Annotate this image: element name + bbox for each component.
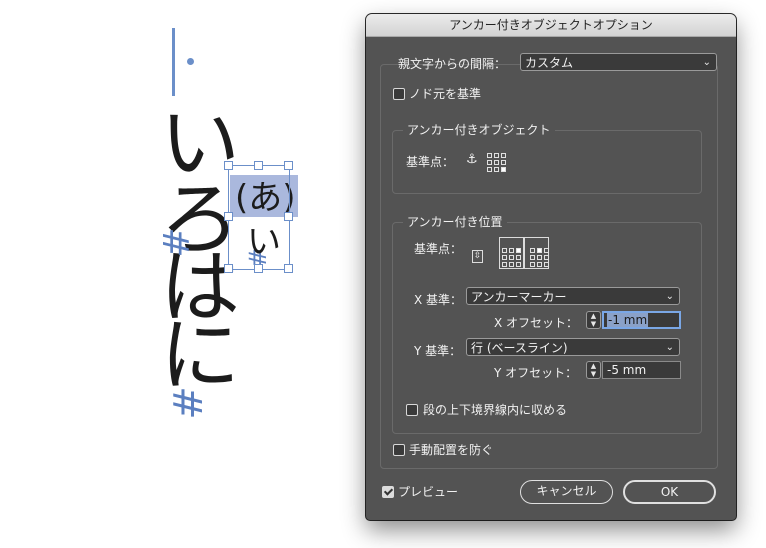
reference-point-locator[interactable] (487, 153, 506, 172)
anchor-ref-r-tl[interactable] (530, 248, 535, 253)
reference-point-label: 基準点： (406, 155, 455, 169)
parent-spacing-label: 親文字からの間隔： (398, 57, 507, 71)
prevent-manual-checkbox[interactable] (393, 444, 405, 456)
end-marker-hash: # (165, 386, 212, 420)
ref-point-tc[interactable] (494, 153, 499, 158)
page-spread-icon: ⇳ (472, 250, 483, 263)
anchor-ref-r-br[interactable] (544, 262, 549, 267)
anchor-ref-r-tc[interactable] (537, 248, 542, 253)
resize-handle-right[interactable] (284, 212, 293, 221)
resize-handle-left[interactable] (224, 212, 233, 221)
cancel-button[interactable]: キャンセル (520, 480, 613, 504)
parent-spacing-select[interactable]: カスタム ⌄ (520, 53, 717, 71)
vertical-char-4: に (160, 309, 240, 402)
text-cursor-bar (172, 28, 175, 96)
parent-spacing-value: カスタム (525, 56, 574, 70)
x-offset-value: -1 mm (607, 313, 649, 327)
anchor-ref-r-bc[interactable] (537, 262, 542, 267)
x-offset-label: X オフセット： (494, 316, 579, 330)
y-offset-value: -5 mm (607, 363, 647, 377)
anchor-ref-ml[interactable] (502, 255, 507, 260)
anchor-ref-mr[interactable] (516, 255, 521, 260)
anchor-ref-locator-left[interactable] (502, 248, 521, 267)
resize-handle-bottom-right[interactable] (284, 264, 293, 273)
x-base-value: アンカーマーカー (471, 290, 567, 304)
keep-within-checkbox[interactable] (406, 404, 418, 416)
preview-label: プレビュー (398, 485, 459, 499)
x-base-select[interactable]: アンカーマーカー ⌄ (466, 287, 680, 305)
anchor-icon: ⚓ (466, 152, 478, 167)
ref-point-tr[interactable] (501, 153, 506, 158)
ref-point-mc[interactable] (494, 160, 499, 165)
anchor-ref-bc[interactable] (509, 262, 514, 267)
anchor-ref-tc[interactable] (509, 248, 514, 253)
y-base-select[interactable]: 行 (ベースライン) ⌄ (466, 338, 680, 356)
ref-point-bl[interactable] (487, 167, 492, 172)
document-canvas[interactable]: い ろ は に # # # (あ) い (0, 0, 366, 548)
x-offset-stepper[interactable]: ▲ ▼ (586, 311, 601, 329)
resize-handle-bottom-left[interactable] (224, 264, 233, 273)
anchor-ref-bl[interactable] (502, 262, 507, 267)
y-offset-field[interactable]: -5 mm (602, 361, 681, 379)
anchor-ref-r-ml[interactable] (530, 255, 535, 260)
x-offset-field[interactable]: -1 mm (602, 311, 681, 329)
anchor-ref-r-tr[interactable] (544, 248, 549, 253)
node-base-label: ノド元を基準 (409, 87, 482, 101)
y-base-value: 行 (ベースライン) (471, 341, 568, 355)
text-cursor-dot (187, 58, 194, 65)
ok-button[interactable]: OK (623, 480, 716, 504)
anchor-ref-br[interactable] (516, 262, 521, 267)
anchor-ref-r-mr[interactable] (544, 255, 549, 260)
node-base-checkbox[interactable] (393, 88, 405, 100)
anchor-ref-locator-right[interactable] (530, 248, 549, 267)
chevron-down-icon: ⌄ (665, 342, 674, 353)
prevent-manual-label: 手動配置を防ぐ (409, 443, 494, 457)
ref-point-mr[interactable] (501, 160, 506, 165)
preview-checkbox[interactable] (382, 486, 394, 498)
anchor-ref-tl[interactable] (502, 248, 507, 253)
chevron-down-icon: ⌄ (702, 57, 711, 68)
ref-point-bc[interactable] (494, 167, 499, 172)
ref-point-br[interactable] (501, 167, 506, 172)
y-offset-label: Y オフセット： (494, 366, 578, 380)
anchor-marker-hash: # (156, 227, 198, 258)
resize-handle-bottom[interactable] (254, 264, 263, 273)
ref-point-ml[interactable] (487, 160, 492, 165)
anchor-reference-point-label: 基準点： (414, 242, 463, 256)
chevron-down-icon: ⌄ (665, 291, 674, 302)
selection-frame[interactable] (228, 165, 290, 270)
anchor-ref-tr[interactable] (516, 248, 521, 253)
anchor-ref-r-mc[interactable] (537, 255, 542, 260)
anchor-ref-r-bl[interactable] (530, 262, 535, 267)
keep-within-label: 段の上下境界線内に収める (423, 403, 568, 417)
anchor-position-group-title: アンカー付き位置 (403, 213, 507, 230)
anchor-ref-mc[interactable] (509, 255, 514, 260)
ref-point-tl[interactable] (487, 153, 492, 158)
resize-handle-top-left[interactable] (224, 161, 233, 170)
dialog-title[interactable]: アンカー付きオブジェクトオプション (366, 14, 736, 37)
anchored-object-options-dialog: アンカー付きオブジェクトオプション 親文字からの間隔： カスタム ⌄ ノド元を基… (366, 14, 736, 520)
anchored-object-group-title: アンカー付きオブジェクト (403, 121, 555, 138)
y-base-label: Y 基準： (414, 344, 462, 358)
resize-handle-top-right[interactable] (284, 161, 293, 170)
x-base-label: X 基準： (414, 293, 463, 307)
y-offset-stepper[interactable]: ▲ ▼ (586, 361, 601, 379)
resize-handle-top[interactable] (254, 161, 263, 170)
